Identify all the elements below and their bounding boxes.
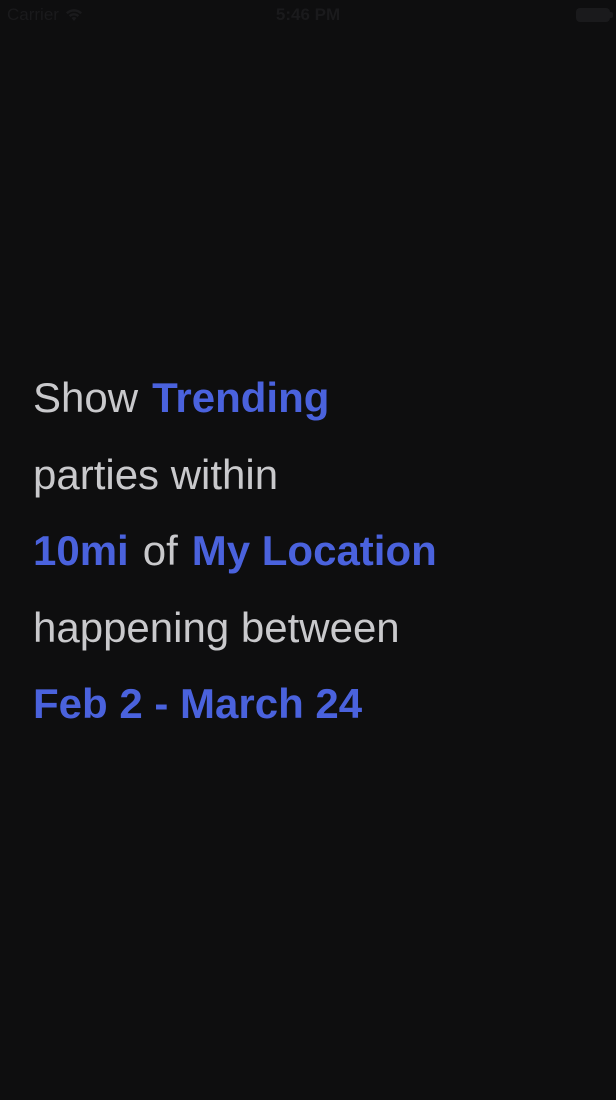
sentence-line-1: Show Trending	[33, 360, 593, 437]
distance-option-button[interactable]: 10mi	[33, 527, 129, 575]
sentence-line-2: parties within	[33, 437, 593, 514]
status-bar: Carrier 5:46 PM	[0, 0, 616, 30]
battery-icon	[576, 8, 613, 22]
parties-within-text: parties within	[33, 450, 279, 498]
location-option-button[interactable]: My Location	[192, 527, 437, 575]
happening-between-text: happening between	[33, 603, 400, 651]
sort-option-button[interactable]: Trending	[152, 374, 329, 422]
clock: 5:46 PM	[275, 5, 341, 24]
sentence-line-4: happening between	[33, 590, 593, 667]
filter-sentence: Show Trending parties within 10mi of My …	[33, 360, 593, 743]
date-range-option-button[interactable]: Feb 2 - March 24	[33, 680, 362, 728]
of-text: of	[142, 527, 178, 575]
sentence-line-5: Feb 2 - March 24	[33, 666, 593, 743]
sentence-line-3: 10mi of My Location	[33, 513, 593, 590]
show-prefix: Show	[33, 374, 139, 422]
